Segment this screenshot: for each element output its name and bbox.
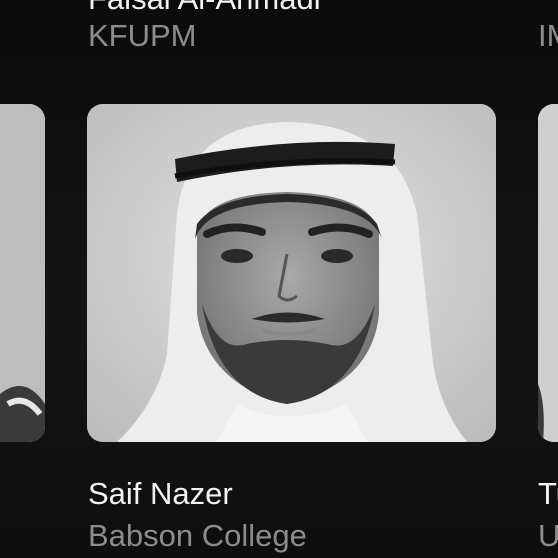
speaker-card-right-photo[interactable] [538, 104, 558, 442]
speaker-name-right: Tu [538, 476, 558, 511]
speaker-name-top-left: Faisal Al-Ahmadi [88, 0, 321, 14]
speaker-org-top-right: IM [538, 18, 558, 53]
speaker-photo-right-image [538, 104, 558, 442]
speaker-photo-left-image [0, 104, 45, 442]
speaker-org-right: U [538, 518, 558, 553]
speaker-carousel: Faisal Al-Ahmadi KFUPM IM [0, 0, 558, 558]
speaker-org: Babson College [88, 518, 307, 553]
speaker-card-left-photo[interactable] [0, 104, 45, 442]
speaker-card-photo[interactable] [87, 104, 496, 442]
speaker-photo-image [87, 104, 496, 442]
speaker-name: Saif Nazer [88, 476, 233, 511]
speaker-org-top-left: KFUPM [88, 18, 197, 53]
